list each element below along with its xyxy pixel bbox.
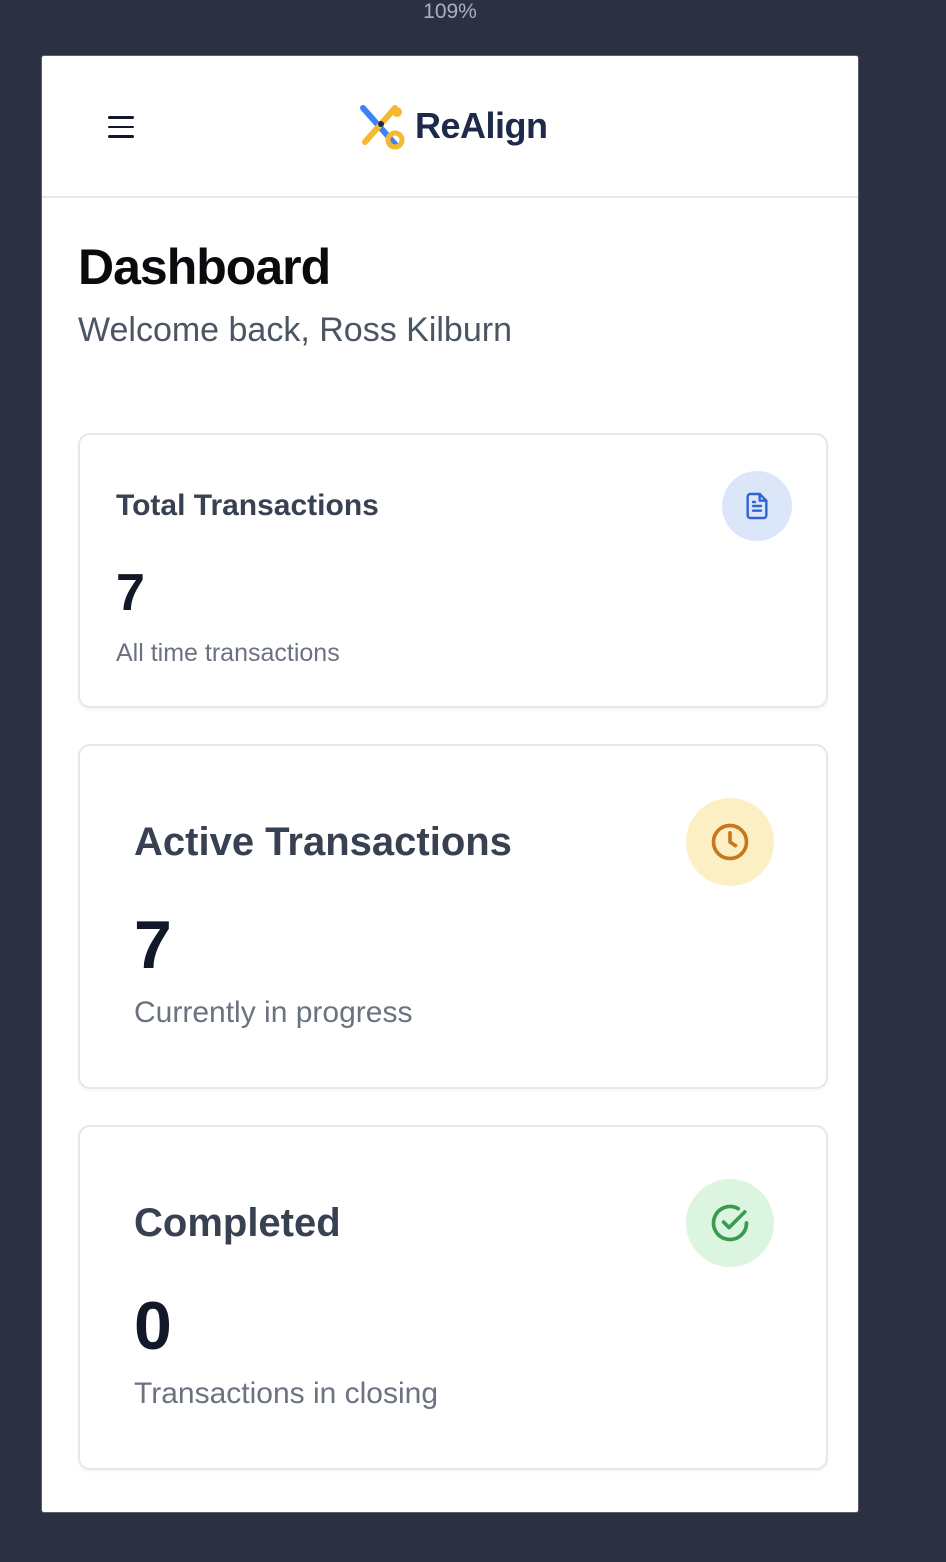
page-title: Dashboard: [78, 239, 331, 295]
stat-value: 0: [134, 1288, 172, 1364]
stat-description: Transactions in closing: [134, 1377, 439, 1410]
hamburger-menu-icon[interactable]: [108, 116, 134, 138]
realign-logo-icon: [360, 105, 405, 150]
check-circle-icon: [686, 1179, 774, 1267]
zoom-level: 109%: [423, 0, 477, 23]
clock-icon: [686, 798, 774, 886]
stat-description: Currently in progress: [134, 996, 413, 1029]
brand-name: ReAlign: [415, 105, 548, 146]
stat-value: 7: [134, 907, 172, 983]
welcome-message: Welcome back, Ross Kilburn: [78, 311, 512, 349]
document-icon: [722, 471, 792, 541]
stat-label: Completed: [134, 1201, 341, 1245]
stat-card-total-transactions: Total Transactions 7 All time transactio…: [78, 433, 828, 708]
stat-label: Total Transactions: [116, 489, 379, 522]
app-window: ReAlign Dashboard Welcome back, Ross Kil…: [41, 55, 859, 1513]
stat-label: Active Transactions: [134, 820, 512, 864]
brand-logo[interactable]: ReAlign: [355, 100, 548, 152]
stat-value: 7: [116, 564, 145, 622]
stat-card-active-transactions: Active Transactions 7 Currently in progr…: [78, 744, 828, 1089]
stat-description: All time transactions: [116, 639, 340, 667]
stat-card-completed: Completed 0 Transactions in closing: [78, 1125, 828, 1470]
top-navbar: ReAlign: [42, 56, 858, 198]
